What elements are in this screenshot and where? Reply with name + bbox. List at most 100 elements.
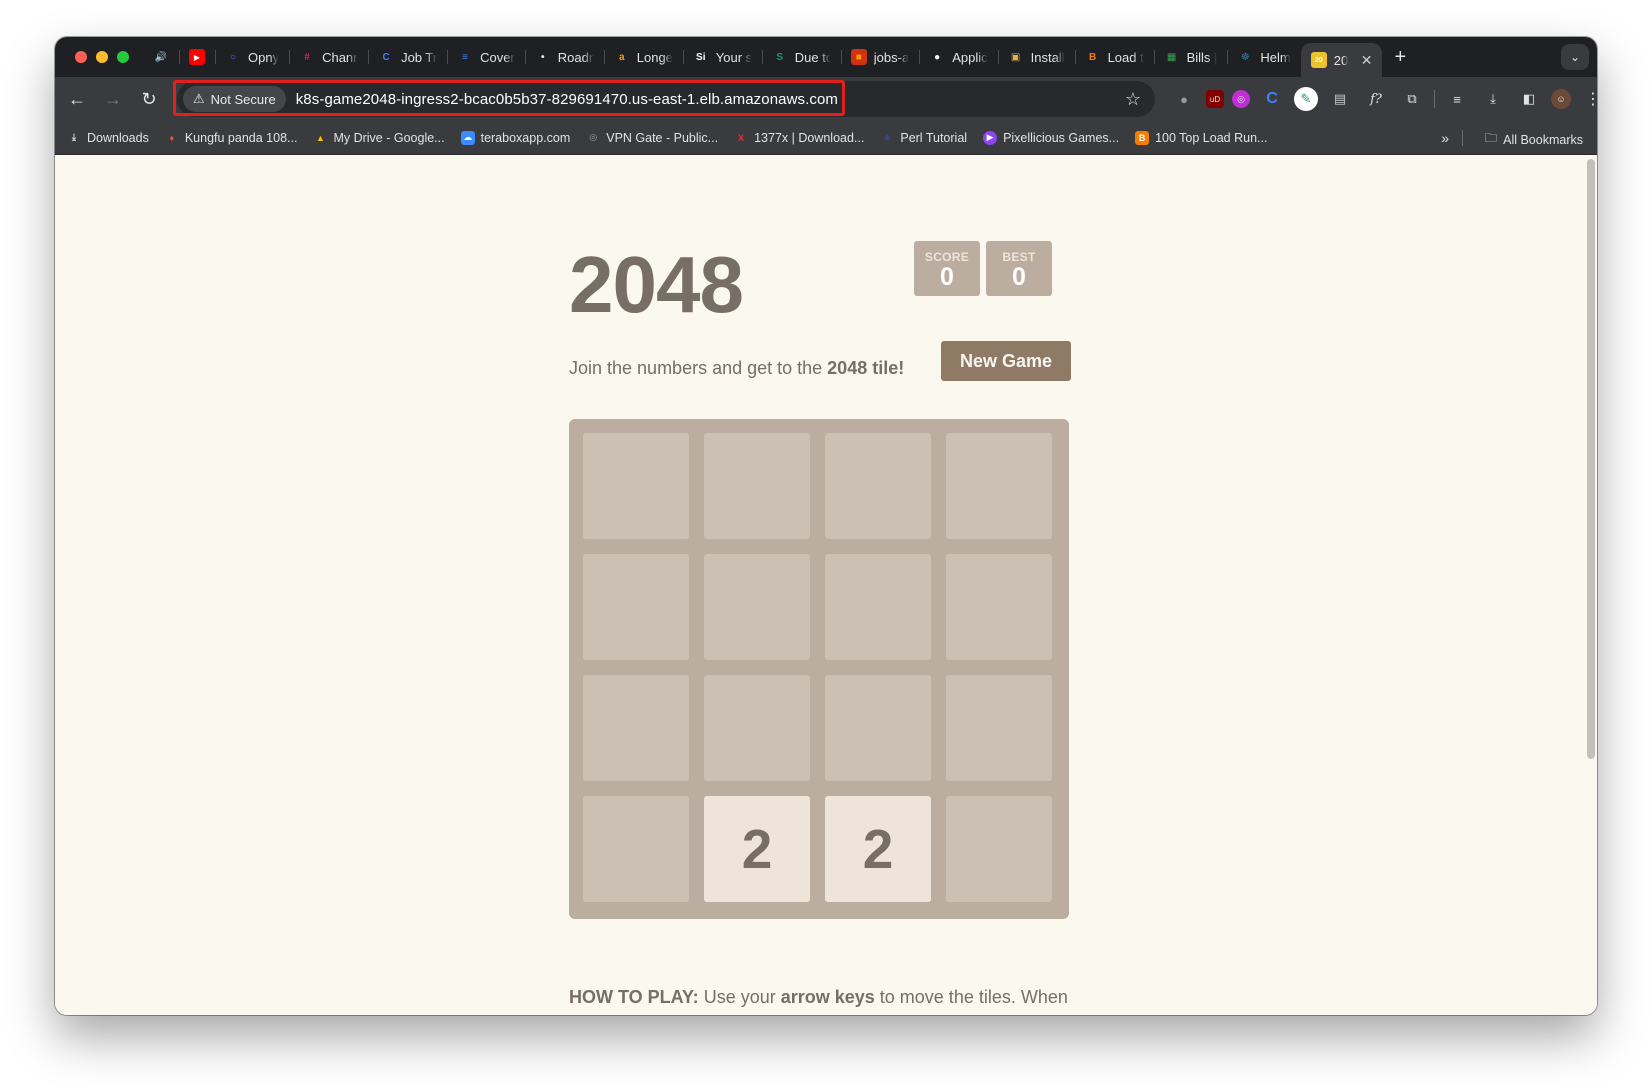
tab-strip: 🔊 ▶ ○ Opny # Chann C Job Tr ≡ Cover • Roadn a Longe Si… xyxy=(55,37,1597,77)
grid-cell xyxy=(946,433,1052,539)
browser-menu-icon[interactable]: ⋮ xyxy=(1579,85,1597,113)
tab-3[interactable]: # Chann xyxy=(289,37,368,77)
tab-10[interactable]: ■ jobs-a xyxy=(840,37,919,77)
bookmark-label: My Drive - Google... xyxy=(333,130,445,145)
bookmark-label: Pixellicious Games... xyxy=(1003,130,1120,145)
bookmark-label: VPN Gate - Public... xyxy=(606,130,719,145)
tab-8[interactable]: Si Your s xyxy=(682,37,762,77)
side-panel-icon[interactable]: ◧ xyxy=(1515,85,1543,113)
globe-icon: ◎ xyxy=(589,132,598,142)
drive-icon: ▲ xyxy=(315,132,325,143)
tile: 2 xyxy=(825,796,931,902)
grid-cell xyxy=(946,554,1052,660)
extension-mouse-icon[interactable]: ● xyxy=(1170,85,1198,113)
new-tab-button[interactable]: + xyxy=(1382,46,1418,69)
tab-12[interactable]: ▣ Install xyxy=(997,37,1075,77)
bookmark-item[interactable]: ◆ Perl Tutorial xyxy=(880,131,967,145)
reload-button[interactable]: ↻ xyxy=(131,81,167,117)
2048-icon: 20 xyxy=(1310,52,1327,68)
docs-icon: ≡ xyxy=(462,51,468,63)
close-window-button[interactable] xyxy=(75,51,87,63)
bookmark-list: ⤓ Downloads ♦ Kungfu panda 108... ▲ My Drive … xyxy=(67,130,1283,145)
minimize-window-button[interactable] xyxy=(96,51,108,63)
bookmark-item[interactable]: B 100 Top Load Run... xyxy=(1135,130,1268,145)
game-board[interactable]: 22 xyxy=(569,419,1069,919)
bookmark-item[interactable]: ◎ VPN Gate - Public... xyxy=(586,131,718,145)
tab-6[interactable]: • Roadn xyxy=(524,37,604,77)
chevron-down-icon: ⌄ xyxy=(1569,50,1581,64)
extension-c-icon[interactable]: C xyxy=(1258,85,1286,113)
extension-cast-icon[interactable]: ▤ xyxy=(1326,85,1354,113)
security-chip[interactable]: ⚠ Not Secure xyxy=(183,86,286,112)
tab-title: Helm xyxy=(1260,49,1291,65)
best-score-box: BEST 0 xyxy=(986,241,1052,296)
bookmark-item[interactable]: ☁ teraboxapp.com xyxy=(460,130,570,145)
grid-cell xyxy=(704,675,810,781)
url-text[interactable]: k8s-game2048-ingress2-bcac0b5b37-8296914… xyxy=(296,91,838,108)
how-to-play-keys: arrow keys xyxy=(780,987,875,1007)
bookmark-item[interactable]: ⤓ Downloads xyxy=(67,131,149,145)
aws-icon: ■ xyxy=(850,49,867,65)
extension-ublock-icon[interactable]: uD xyxy=(1206,90,1224,108)
page-content: 2048 SCORE 0 BEST 0 Join the numbers and… xyxy=(55,155,1597,1015)
bookmark-item[interactable]: ♦ Kungfu panda 108... xyxy=(165,131,298,145)
all-bookmarks-label: All Bookmarks xyxy=(1503,132,1583,147)
security-chip-label: Not Secure xyxy=(210,91,276,107)
opny-icon: ○ xyxy=(229,51,237,63)
extensions-puzzle-icon[interactable]: ⧉ xyxy=(1398,85,1426,113)
all-bookmarks-button[interactable]: 🗀 All Bookmarks xyxy=(1485,129,1583,150)
tab-13[interactable]: B Load t xyxy=(1074,37,1154,77)
maximize-window-button[interactable] xyxy=(117,51,129,63)
toolbar-divider xyxy=(1434,90,1435,108)
download-icon[interactable]: ⤓ xyxy=(1479,85,1507,113)
pin-icon: • xyxy=(541,51,545,63)
speaker-icon: 🔊 xyxy=(154,51,168,63)
game-intro: Join the numbers and get to the 2048 til… xyxy=(569,358,904,379)
tab-7[interactable]: a Longe xyxy=(603,37,683,77)
shield-icon: S xyxy=(776,51,784,63)
profile-avatar[interactable]: ☺ xyxy=(1551,89,1571,109)
bookmark-item[interactable]: X 1377x | Download... xyxy=(734,131,864,145)
forward-button[interactable]: → xyxy=(95,81,131,117)
tab-14[interactable]: ▦ Bills | xyxy=(1153,37,1228,77)
tab-9[interactable]: S Due to xyxy=(761,37,841,77)
bookmark-star-icon[interactable]: ☆ xyxy=(1125,89,1141,110)
browser-toolbar: ← → ↻ ⚠ Not Secure k8s-game2048-ingress2… xyxy=(55,77,1597,121)
bookmark-item[interactable]: ▶ Pixellicious Games... xyxy=(983,130,1120,145)
tab-4[interactable]: C Job Tr xyxy=(368,37,447,77)
tab-5[interactable]: ≡ Cover xyxy=(447,37,525,77)
tab-16[interactable]: 20 20 ✕ xyxy=(1300,43,1383,77)
extension-purple-icon[interactable]: ◎ xyxy=(1232,90,1250,108)
si-icon: Si xyxy=(696,51,706,63)
c-icon: C xyxy=(382,51,390,63)
back-button[interactable]: ← xyxy=(59,81,95,117)
bookmark-item[interactable]: ▲ My Drive - Google... xyxy=(313,130,445,145)
media-control-icon[interactable]: ≡ xyxy=(1443,85,1471,113)
tab-search-button[interactable]: ⌄ xyxy=(1561,44,1589,70)
address-bar[interactable]: ⚠ Not Secure k8s-game2048-ingress2-bcac0… xyxy=(173,80,1155,117)
best-label: BEST xyxy=(1002,250,1036,264)
tab-15[interactable]: ☸ Helm xyxy=(1227,37,1300,77)
extension-pen-icon[interactable]: ✎ xyxy=(1294,87,1318,111)
tab-2[interactable]: ○ Opny xyxy=(215,37,289,77)
bookmark-label: 1377x | Download... xyxy=(754,130,865,145)
tab-11[interactable]: ● Applic xyxy=(919,37,997,77)
desktop-background: 🔊 ▶ ○ Opny # Chann C Job Tr ≡ Cover • Roadn a Longe Si… xyxy=(0,0,1652,1088)
x-icon: X xyxy=(738,132,745,143)
more-bookmarks-icon[interactable]: » xyxy=(1441,130,1449,146)
sheet-icon: ▦ xyxy=(1166,51,1177,63)
new-game-button[interactable]: New Game xyxy=(941,341,1071,381)
score-label: SCORE xyxy=(924,250,970,264)
bookmarks-divider xyxy=(1462,130,1463,146)
bookmark-label: 100 Top Load Run... xyxy=(1155,130,1268,145)
tab-title: Bills | xyxy=(1186,49,1218,65)
tab-title: 20 xyxy=(1333,52,1348,68)
extension-fx-icon[interactable]: f? xyxy=(1362,85,1390,113)
page-scrollbar[interactable] xyxy=(1587,159,1595,759)
grid-cell xyxy=(583,796,689,902)
tab-1[interactable]: ▶ xyxy=(179,37,215,77)
browser-window: 🔊 ▶ ○ Opny # Chann C Job Tr ≡ Cover • Roadn a Longe Si… xyxy=(55,37,1597,1015)
tab-0[interactable]: 🔊 xyxy=(143,37,179,77)
helm-icon: ☸ xyxy=(1240,51,1250,63)
close-tab-icon[interactable]: ✕ xyxy=(1361,52,1373,69)
